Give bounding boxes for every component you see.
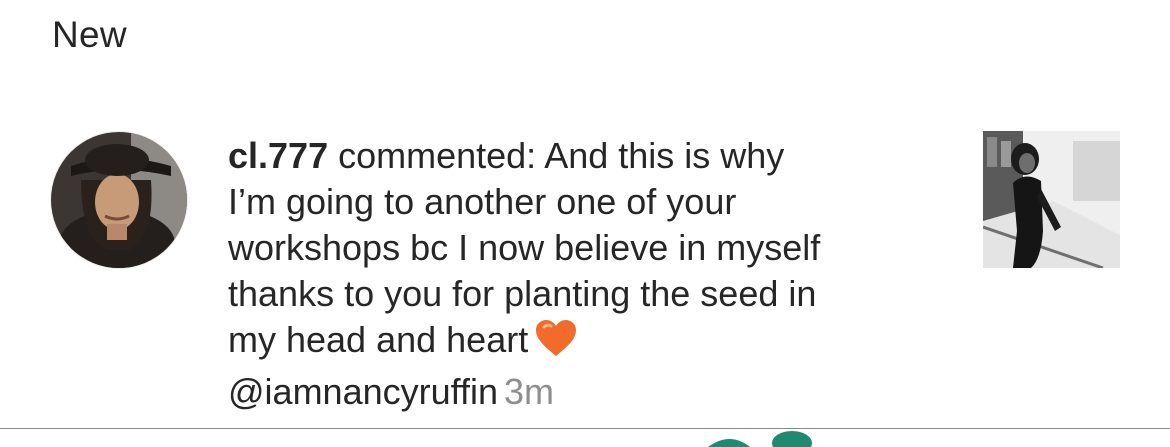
notification-text[interactable]: cl.777 commented: And this is why I’m go…	[228, 133, 948, 415]
section-title: New	[52, 14, 127, 55]
username[interactable]: cl.777	[228, 135, 328, 176]
comment-line-3: workshops bc I now believe in myself	[228, 227, 821, 268]
meta-line: @iamnancyruffin 3m	[228, 369, 948, 415]
post-thumbnail[interactable]	[983, 131, 1120, 268]
timestamp: 3m	[504, 371, 555, 412]
comment-text: my head and heart	[228, 319, 529, 360]
user-avatar[interactable]	[51, 132, 187, 268]
comment-text: commented: And this is why	[328, 135, 785, 176]
post-photo	[983, 131, 1120, 268]
heart-icon	[534, 318, 578, 369]
activity-screen: New cl.777 commented: And this is why I’…	[0, 0, 1170, 447]
comment-line-5: my head and heart	[228, 317, 948, 369]
partial-logo	[700, 429, 820, 447]
divider	[0, 428, 1170, 429]
comment-line-2: I’m going to another one of your	[228, 181, 737, 222]
avatar-photo	[51, 132, 187, 268]
comment-line-4: thanks to you for planting the seed in	[228, 273, 817, 314]
mention-link[interactable]: @iamnancyruffin	[228, 371, 498, 412]
comment-line-1: cl.777 commented: And this is why	[228, 133, 948, 179]
